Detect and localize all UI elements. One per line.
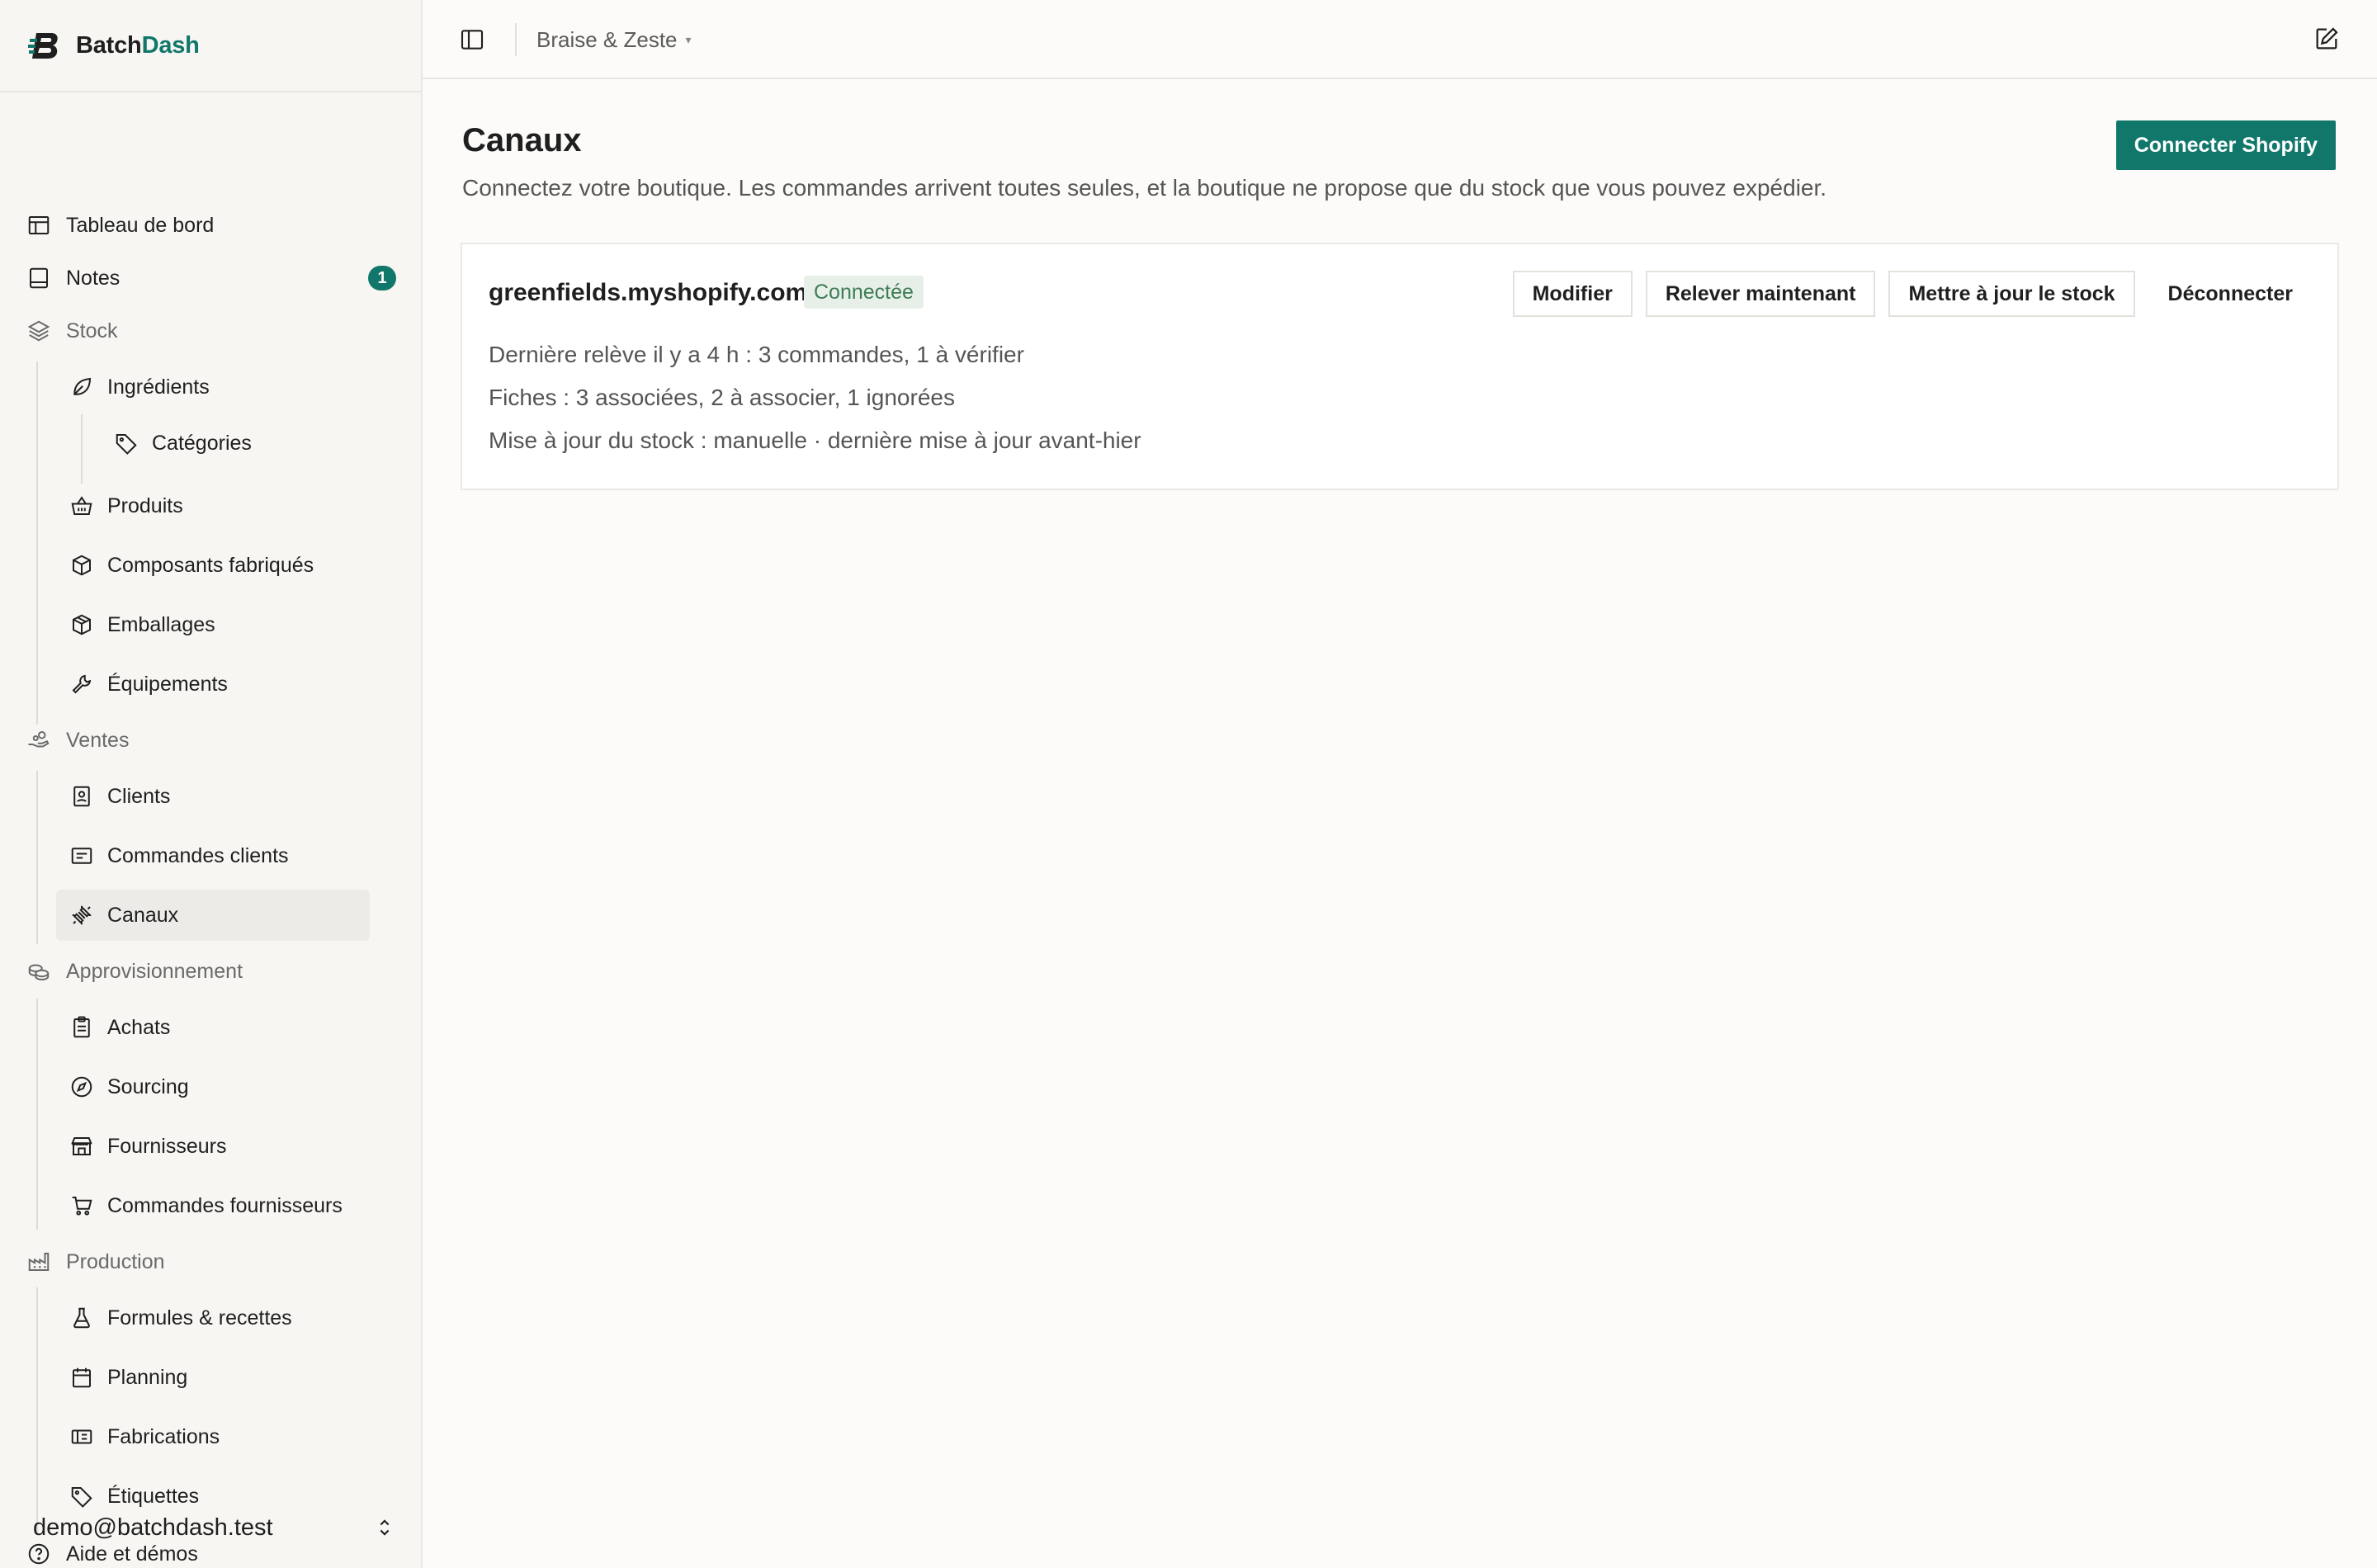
sidebar-item-purchases[interactable]: Achats [56, 1002, 370, 1053]
ticket-icon [71, 1429, 92, 1444]
sidebar-item-client-orders[interactable]: Commandes clients [56, 830, 370, 881]
sidebar: BatchDash Tableau de bord Notes 1 Stock … [0, 0, 423, 1568]
sidebar-item-ingredients[interactable]: Ingrédients [56, 361, 370, 413]
connect-shopify-button[interactable]: Connecter Shopify [2115, 120, 2336, 170]
sidebar-item-sourcing[interactable]: Sourcing [56, 1061, 370, 1112]
wrench-icon [72, 674, 92, 694]
last-fetch-info: Dernière relève il y a 4 h : 3 commandes… [489, 342, 1024, 367]
page-subtitle: Connectez votre boutique. Les commandes … [462, 175, 1827, 201]
sidebar-section-procurement[interactable]: Approvisionnement [26, 946, 396, 997]
listings-info: Fiches : 3 associées, 2 à associer, 1 ig… [489, 385, 955, 410]
contact-icon [73, 786, 90, 807]
coins-icon [28, 964, 50, 981]
tree-line-sales [36, 771, 38, 944]
calendar-icon [73, 1367, 91, 1388]
tree-line-stock [36, 361, 38, 725]
status-badge: Connectée [804, 276, 924, 309]
sidebar-item-packaging[interactable]: Emballages [56, 599, 370, 650]
clipboard-icon [73, 1016, 90, 1038]
hand-coins-icon [28, 731, 50, 748]
flask-icon [73, 1307, 90, 1329]
brand-name: BatchDash [76, 31, 200, 59]
sidebar-section-production[interactable]: Production [26, 1236, 396, 1287]
brand[interactable]: BatchDash [0, 0, 421, 92]
dashboard-icon [28, 216, 50, 234]
topbar: Braise & Zeste ▾ [423, 0, 2377, 79]
sidebar-section-stock[interactable]: Stock [26, 305, 396, 357]
user-menu[interactable]: demo@batchdash.test [33, 1502, 396, 1553]
store-domain: greenfields.myshopify.com [489, 279, 808, 306]
edit-button[interactable]: Modifier [1512, 271, 1633, 317]
sidebar-item-dashboard[interactable]: Tableau de bord [26, 200, 396, 251]
store-icon [71, 1137, 92, 1155]
tree-line-procurement [36, 999, 38, 1230]
sidebar-item-clients[interactable]: Clients [56, 771, 370, 822]
compass-icon [71, 1076, 92, 1098]
workspace-switcher[interactable]: Braise & Zeste ▾ [536, 23, 692, 56]
chevron-up-down-icon [380, 1519, 390, 1536]
sidebar-section-sales[interactable]: Ventes [26, 715, 396, 766]
topbar-divider [515, 23, 517, 56]
stock-update-info: Mise à jour du stock : manuelle · derniè… [489, 427, 1141, 453]
sidebar-item-products[interactable]: Produits [56, 480, 370, 531]
disconnect-button[interactable]: Déconnecter [2148, 271, 2313, 317]
leaf-icon [73, 377, 92, 395]
page-title: Canaux [462, 122, 582, 158]
sidebar-item-suppliers[interactable]: Fournisseurs [56, 1121, 370, 1172]
sidebar-item-channels[interactable]: Canaux [56, 890, 370, 941]
layers-icon [27, 320, 50, 342]
sidebar-item-recipes[interactable]: Formules & recettes [56, 1292, 370, 1344]
tree-line-ingredients [81, 414, 83, 484]
tag-icon [116, 434, 137, 455]
store-actions: Modifier Relever maintenant Mettre à jou… [1512, 271, 2313, 317]
store-card: greenfields.myshopify.com Connectée Modi… [461, 243, 2339, 490]
notes-count-badge: 1 [368, 266, 396, 290]
sidebar-toggle-icon[interactable] [459, 26, 485, 53]
tree-line-production [36, 1287, 38, 1535]
receipt-icon [71, 848, 92, 864]
sidebar-item-equipment[interactable]: Équipements [56, 659, 370, 710]
notebook-icon [30, 267, 48, 289]
main-content: Canaux Connectez votre boutique. Les com… [423, 79, 2377, 1568]
sidebar-item-batches[interactable]: Fabrications [56, 1411, 370, 1462]
sidebar-item-supplier-orders[interactable]: Commandes fournisseurs [56, 1180, 370, 1231]
batchdash-logo-icon [28, 33, 58, 59]
sidebar-item-planning[interactable]: Planning [56, 1352, 370, 1403]
edit-note-icon[interactable] [2313, 25, 2341, 53]
sidebar-item-notes[interactable]: Notes 1 [26, 253, 396, 304]
sidebar-item-categories[interactable]: Catégories [101, 418, 373, 469]
plug-icon [72, 905, 92, 925]
update-stock-button[interactable]: Mettre à jour le stock [1888, 271, 2135, 317]
cart-icon [72, 1197, 92, 1216]
box-icon [73, 555, 91, 576]
fetch-now-button[interactable]: Relever maintenant [1645, 271, 1876, 317]
sidebar-item-components[interactable]: Composants fabriqués [56, 540, 370, 591]
user-email: demo@batchdash.test [33, 1514, 273, 1541]
caret-down-icon: ▾ [685, 32, 692, 46]
package-icon [73, 614, 91, 635]
workspace-name: Braise & Zeste [536, 26, 678, 52]
basket-icon [71, 496, 92, 515]
factory-icon [28, 1253, 50, 1271]
